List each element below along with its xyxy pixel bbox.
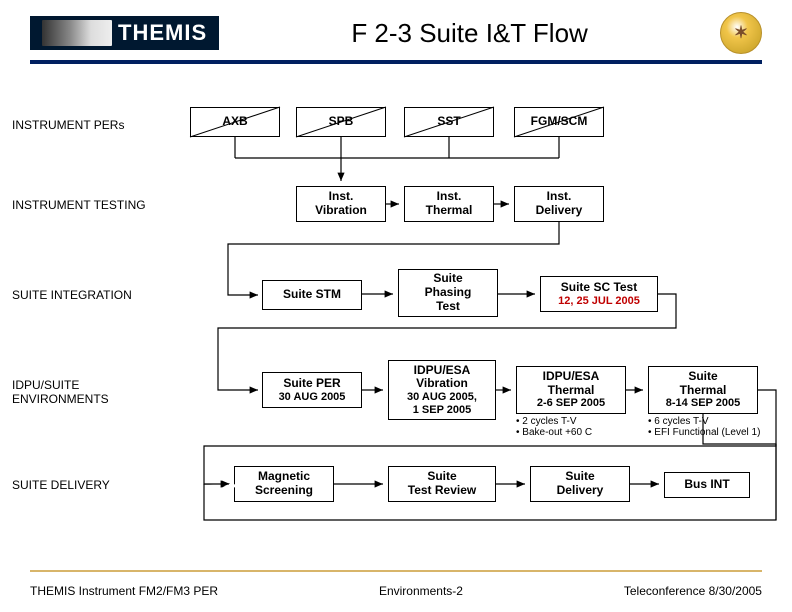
footer-center: Environments-2 (379, 584, 463, 598)
footer-left: THEMIS Instrument FM2/FM3 PER (30, 584, 218, 598)
header: THEMIS F 2-3 Suite I&T Flow ✶ (0, 0, 792, 54)
footer-right: Teleconference 8/30/2005 (624, 584, 762, 598)
page-title: F 2-3 Suite I&T Flow (351, 18, 588, 49)
diagram-connectors (0, 76, 792, 576)
header-rule (30, 60, 762, 64)
footer-rule (30, 570, 762, 572)
themis-logo: THEMIS (30, 16, 219, 50)
logo-art (42, 20, 112, 46)
footer: THEMIS Instrument FM2/FM3 PER Environmen… (30, 584, 762, 598)
logo-text: THEMIS (118, 20, 207, 46)
header-emblem-icon: ✶ (720, 12, 762, 54)
